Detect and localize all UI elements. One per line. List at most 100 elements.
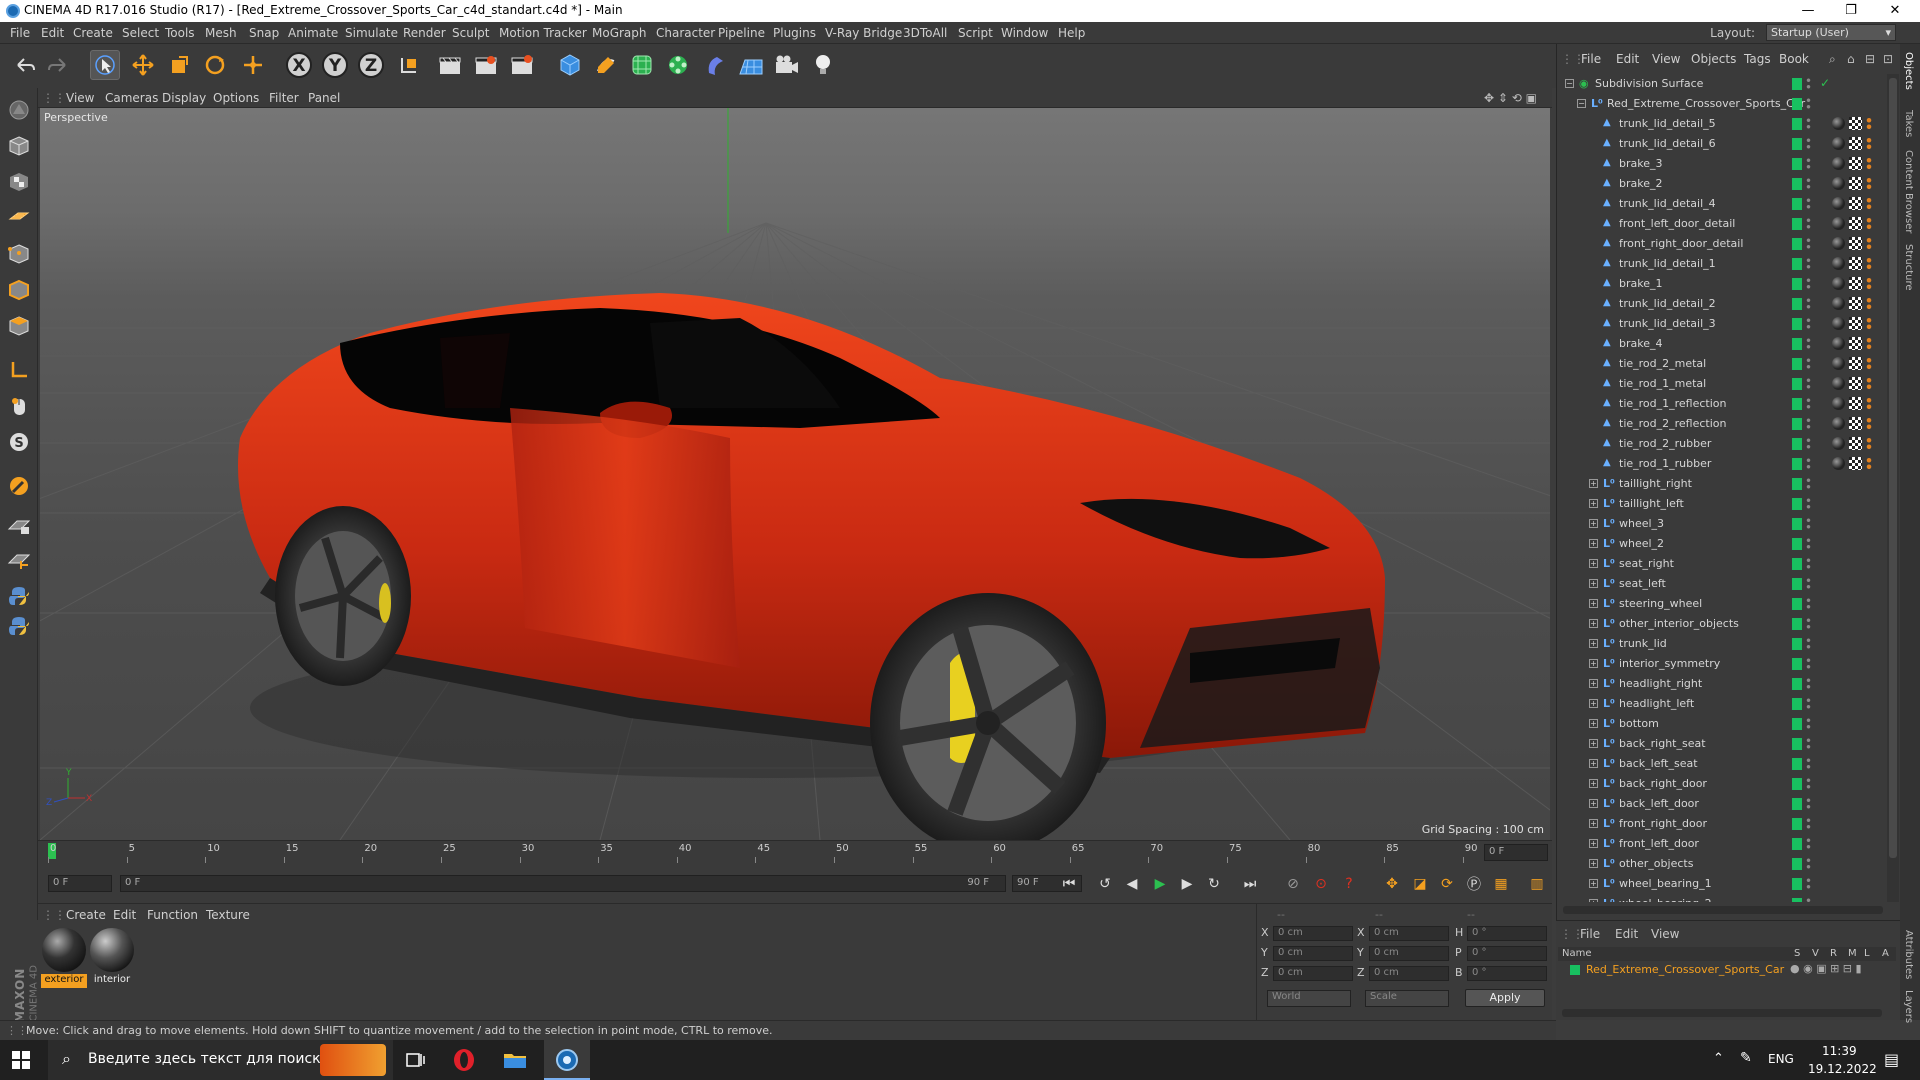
snapping-button[interactable]: S <box>5 428 33 456</box>
workplane-mode-button[interactable] <box>5 202 33 230</box>
material-tag-icon[interactable] <box>1832 197 1845 210</box>
texture-tag-icon[interactable] <box>1849 457 1862 470</box>
object-tree-scrollbar[interactable] <box>1887 74 1899 902</box>
objects-menu-file[interactable]: File <box>1581 52 1601 66</box>
viewport-menu-view[interactable]: View <box>66 91 94 105</box>
side-tab-takes[interactable]: Takes <box>1903 110 1914 137</box>
planar-workplane-button[interactable] <box>5 546 33 574</box>
key-scale-button[interactable]: ◪ <box>1408 872 1432 896</box>
visibility-dots-icon[interactable] <box>1806 397 1811 410</box>
position-z-field[interactable]: 0 cm <box>1273 966 1353 981</box>
material-tag-icon[interactable] <box>1832 337 1845 350</box>
texture-tag-icon[interactable] <box>1849 177 1862 190</box>
expand-toggle-icon[interactable]: + <box>1589 539 1598 548</box>
object-tree-row[interactable]: ▲ brake_3 <box>1557 154 1887 174</box>
material-tag-icon[interactable] <box>1832 137 1845 150</box>
side-tab-objects[interactable]: Objects <box>1903 52 1914 90</box>
points-mode-button[interactable] <box>5 240 33 268</box>
visibility-dots-icon[interactable] <box>1806 277 1811 290</box>
rotation-h-field[interactable]: 0 ° <box>1467 926 1547 941</box>
tag-dots-icon[interactable] <box>1866 457 1872 470</box>
render-settings-button[interactable] <box>507 50 537 80</box>
task-view-button[interactable] <box>404 1049 426 1071</box>
material-tag-icon[interactable] <box>1832 377 1845 390</box>
layer-color-indicator[interactable] <box>1792 798 1802 810</box>
record-keys-button[interactable]: ⊘ <box>1281 872 1305 896</box>
expand-toggle-icon[interactable]: + <box>1589 499 1598 508</box>
layer-color-indicator[interactable] <box>1792 818 1802 830</box>
key-pla-button[interactable]: ▦ <box>1489 872 1513 896</box>
model-mode-button[interactable] <box>5 132 33 160</box>
taskbar-search-box[interactable]: ⌕ Введите здесь текст для поиска <box>48 1040 393 1080</box>
material-menu-create[interactable]: Create <box>66 908 106 922</box>
texture-tag-icon[interactable] <box>1849 277 1862 290</box>
objects-menu-edit[interactable]: Edit <box>1616 52 1639 66</box>
texture-tag-icon[interactable] <box>1849 137 1862 150</box>
layer-color-indicator[interactable] <box>1792 238 1802 250</box>
viewport-menu-filter[interactable]: Filter <box>269 91 299 105</box>
tweak-mode-button[interactable] <box>5 392 33 420</box>
visibility-dots-icon[interactable] <box>1806 657 1811 670</box>
key-rotation-button[interactable]: ⟳ <box>1435 872 1459 896</box>
layer-color-indicator[interactable] <box>1792 138 1802 150</box>
visibility-dots-icon[interactable] <box>1806 217 1811 230</box>
menu-animate[interactable]: Animate <box>288 26 338 40</box>
material-interior-label[interactable]: interior <box>89 974 135 988</box>
object-tree-row[interactable]: ▲ brake_1 <box>1557 274 1887 294</box>
expand-toggle-icon[interactable]: + <box>1589 899 1598 902</box>
menu-file[interactable]: File <box>10 26 30 40</box>
material-tag-icon[interactable] <box>1832 177 1845 190</box>
side-tab-layers[interactable]: Layers <box>1903 990 1914 1023</box>
objects-menu-objects[interactable]: Objects <box>1691 52 1736 66</box>
visibility-dots-icon[interactable] <box>1806 477 1811 490</box>
object-tree-row[interactable]: + L⁰ front_left_door <box>1557 834 1887 854</box>
visibility-dots-icon[interactable] <box>1806 537 1811 550</box>
layer-color-indicator[interactable] <box>1792 858 1802 870</box>
layer-browser-icon[interactable]: ⊟ <box>1865 52 1875 66</box>
menu-render[interactable]: Render <box>403 26 446 40</box>
object-tree-row[interactable]: ▲ front_left_door_detail <box>1557 214 1887 234</box>
clock-date[interactable]: 19.12.2022 <box>1808 1062 1877 1076</box>
expand-toggle-icon[interactable]: − <box>1565 79 1574 88</box>
layer-menu-file[interactable]: File <box>1580 927 1600 941</box>
visibility-dots-icon[interactable] <box>1806 557 1811 570</box>
object-tree-row[interactable]: + L⁰ back_right_door <box>1557 774 1887 794</box>
next-frame-button[interactable]: ▶ <box>1175 872 1199 896</box>
layer-item-name[interactable]: Red_Extreme_Crossover_Sports_Car <box>1586 963 1784 976</box>
material-tag-icon[interactable] <box>1832 277 1845 290</box>
menu-pipeline[interactable]: Pipeline <box>718 26 765 40</box>
timeline-end-field[interactable]: 0 F <box>1484 844 1548 861</box>
visibility-dots-icon[interactable] <box>1806 337 1811 350</box>
object-tree-row[interactable]: + L⁰ wheel_2 <box>1557 534 1887 554</box>
visibility-dots-icon[interactable] <box>1806 317 1811 330</box>
expand-toggle-icon[interactable]: + <box>1589 739 1598 748</box>
layer-color-indicator[interactable] <box>1792 78 1802 90</box>
expand-toggle-icon[interactable]: + <box>1589 479 1598 488</box>
next-key-button[interactable]: ↻ <box>1202 872 1226 896</box>
object-tree-row[interactable]: − ◉ Subdivision Surface ✓ <box>1557 74 1887 94</box>
visibility-dots-icon[interactable] <box>1806 777 1811 790</box>
layer-color-indicator[interactable] <box>1792 398 1802 410</box>
visibility-dots-icon[interactable] <box>1806 617 1811 630</box>
texture-tag-icon[interactable] <box>1849 237 1862 250</box>
object-tree-row[interactable]: ▲ brake_4 <box>1557 334 1887 354</box>
menu-tools[interactable]: Tools <box>165 26 195 40</box>
layer-color-indicator[interactable] <box>1792 738 1802 750</box>
object-tree-row[interactable]: ▲ tie_rod_2_metal <box>1557 354 1887 374</box>
object-tree-row[interactable]: ▲ tie_rod_2_reflection <box>1557 414 1887 434</box>
layer-color-indicator[interactable] <box>1792 198 1802 210</box>
side-tab-attributes[interactable]: Attributes <box>1903 930 1914 979</box>
expand-toggle-icon[interactable]: + <box>1589 879 1598 888</box>
scale-button[interactable] <box>164 50 194 80</box>
layer-color-indicator[interactable] <box>1792 338 1802 350</box>
opera-taskbar-button[interactable] <box>452 1048 476 1072</box>
tag-dots-icon[interactable] <box>1866 397 1872 410</box>
layer-color-indicator[interactable] <box>1792 698 1802 710</box>
tag-dots-icon[interactable] <box>1866 197 1872 210</box>
tag-dots-icon[interactable] <box>1866 277 1872 290</box>
menu-mograph[interactable]: MoGraph <box>592 26 647 40</box>
material-tag-icon[interactable] <box>1832 237 1845 250</box>
layer-color-indicator[interactable] <box>1792 318 1802 330</box>
menu-simulate[interactable]: Simulate <box>345 26 398 40</box>
layer-color-swatch[interactable] <box>1570 965 1580 975</box>
